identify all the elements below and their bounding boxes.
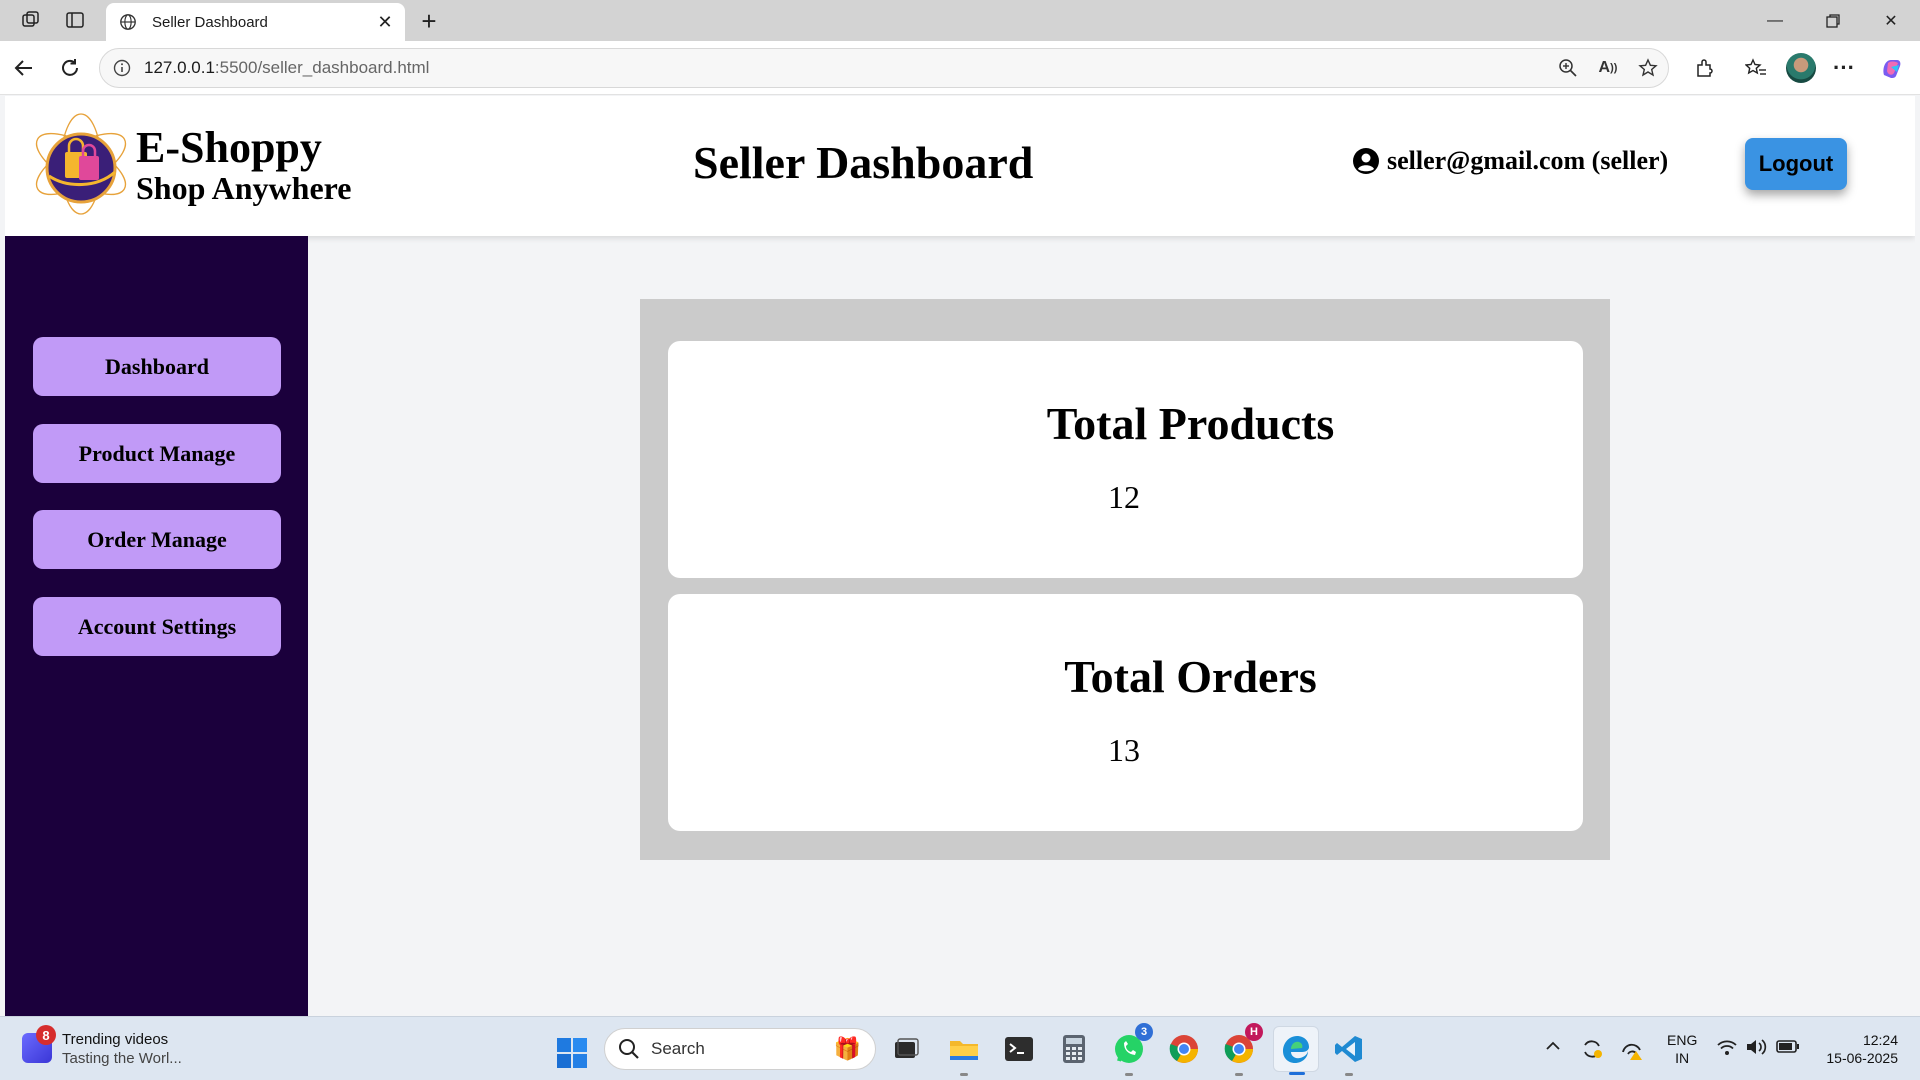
close-window-icon[interactable]: ✕	[1862, 0, 1920, 41]
tab-title: Seller Dashboard	[152, 13, 268, 31]
page-viewport: E-Shoppy Shop Anywhere Seller Dashboard …	[5, 96, 1915, 1016]
widget-badge: 8	[36, 1025, 56, 1045]
windows-start-icon[interactable]	[556, 1037, 588, 1069]
url-path: :5500/seller_dashboard.html	[214, 58, 430, 77]
stats-panel: Total Products 12 Total Orders 13	[640, 299, 1610, 860]
running-indicator	[1345, 1073, 1353, 1076]
widget-subtitle: Tasting the Worl...	[62, 1050, 182, 1067]
lang-line2: IN	[1675, 1050, 1690, 1066]
page-title: Seller Dashboard	[693, 137, 1034, 188]
browser-tab-bar: Seller Dashboard ✕ + — ✕	[0, 0, 1920, 41]
network-warning-icon[interactable]	[1620, 1037, 1644, 1066]
eshoppy-logo	[27, 110, 135, 218]
running-indicator	[1125, 1073, 1133, 1076]
file-explorer-icon[interactable]	[946, 1031, 982, 1076]
stat-card-total-orders: Total Orders 13	[668, 594, 1583, 831]
copilot-icon[interactable]	[1876, 52, 1908, 84]
active-indicator	[1289, 1072, 1305, 1075]
close-tab-icon[interactable]: ✕	[371, 8, 399, 36]
back-icon[interactable]	[8, 52, 40, 84]
sidebar-item-order-manage[interactable]: Order Manage	[33, 510, 281, 569]
address-bar[interactable]: 127.0.0.1:5500/seller_dashboard.html A))	[99, 48, 1669, 88]
search-icon	[619, 1039, 639, 1059]
url-text[interactable]: 127.0.0.1:5500/seller_dashboard.html	[144, 58, 1548, 78]
logout-button[interactable]: Logout	[1745, 138, 1847, 190]
profile-avatar[interactable]	[1786, 53, 1816, 83]
browser-toolbar: 127.0.0.1:5500/seller_dashboard.html A))…	[0, 41, 1920, 95]
news-widget[interactable]: 8 Trending videos Tasting the Worl...	[22, 1025, 182, 1067]
battery-icon[interactable]	[1776, 1037, 1800, 1060]
site-info-icon[interactable]	[112, 58, 132, 78]
taskbar: 8 Trending videos Tasting the Worl... Se…	[0, 1016, 1920, 1080]
minimize-icon[interactable]: —	[1746, 0, 1804, 41]
stat-value: 12	[1108, 479, 1140, 515]
stat-title: Total Products	[1046, 398, 1335, 449]
zoom-icon[interactable]	[1548, 52, 1588, 84]
restore-icon[interactable]	[1804, 0, 1862, 41]
sidebar-item-account-settings[interactable]: Account Settings	[33, 597, 281, 656]
language-indicator[interactable]: ENG IN	[1667, 1031, 1697, 1067]
sidebar-item-product-manage[interactable]: Product Manage	[33, 424, 281, 483]
running-indicator	[1235, 1073, 1243, 1076]
taskbar-search[interactable]: Search 🎁	[604, 1028, 876, 1070]
whatsapp-icon[interactable]: 3	[1111, 1023, 1153, 1076]
read-aloud-icon[interactable]: A))	[1588, 52, 1628, 84]
chrome-icon[interactable]	[1166, 1031, 1202, 1067]
user-circle-icon	[1353, 148, 1379, 174]
sync-icon[interactable]	[1580, 1037, 1604, 1066]
clock-time: 12:24	[1862, 1032, 1898, 1048]
show-hidden-icons-icon[interactable]	[1544, 1037, 1562, 1060]
chrome-profile-icon[interactable]: H	[1221, 1023, 1263, 1076]
tab-actions-icon[interactable]	[62, 8, 88, 32]
more-options-icon[interactable]: ···	[1828, 52, 1860, 84]
vscode-icon[interactable]	[1331, 1031, 1367, 1076]
stat-value: 13	[1108, 732, 1140, 768]
favorite-star-icon[interactable]	[1628, 52, 1668, 84]
terminal-icon[interactable]	[1001, 1031, 1037, 1067]
lang-line1: ENG	[1667, 1032, 1698, 1048]
system-clock[interactable]: 12:24 15-06-2025	[1818, 1031, 1898, 1067]
tab-seller-dashboard[interactable]: Seller Dashboard ✕	[106, 3, 405, 41]
site-header: E-Shoppy Shop Anywhere Seller Dashboard …	[5, 96, 1915, 236]
new-tab-icon[interactable]: +	[414, 6, 444, 36]
volume-icon[interactable]	[1745, 1037, 1769, 1062]
refresh-icon[interactable]	[54, 52, 86, 84]
brand-tagline: Shop Anywhere	[136, 170, 352, 206]
task-view-icon[interactable]	[888, 1031, 924, 1067]
widget-title: Trending videos	[62, 1031, 169, 1048]
user-info: seller@gmail.com (seller)	[1353, 146, 1668, 176]
stat-title: Total Orders	[1064, 651, 1317, 702]
sidebar-item-dashboard[interactable]: Dashboard	[33, 337, 281, 396]
stat-card-total-products: Total Products 12	[668, 341, 1583, 578]
globe-icon	[116, 10, 140, 34]
url-host: 127.0.0.1	[144, 58, 215, 77]
whatsapp-badge: 3	[1135, 1023, 1153, 1041]
workspaces-icon[interactable]	[18, 8, 44, 32]
chrome-profile-badge: H	[1245, 1023, 1263, 1041]
wifi-icon[interactable]	[1716, 1037, 1738, 1062]
running-indicator	[960, 1073, 968, 1076]
calculator-icon[interactable]	[1056, 1031, 1092, 1067]
widgets-icon: 8	[22, 1025, 56, 1063]
gift-icon: 🎁	[833, 1036, 861, 1061]
favorites-icon[interactable]	[1740, 52, 1772, 84]
sidebar: Dashboard Product Manage Order Manage Ac…	[5, 236, 308, 1016]
extensions-icon[interactable]	[1688, 52, 1720, 84]
search-placeholder: Search	[651, 1039, 705, 1058]
user-email: seller@gmail.com (seller)	[1387, 146, 1669, 175]
clock-date: 15-06-2025	[1826, 1050, 1898, 1066]
brand-name: E-Shoppy	[136, 123, 322, 172]
edge-icon[interactable]	[1273, 1026, 1319, 1075]
